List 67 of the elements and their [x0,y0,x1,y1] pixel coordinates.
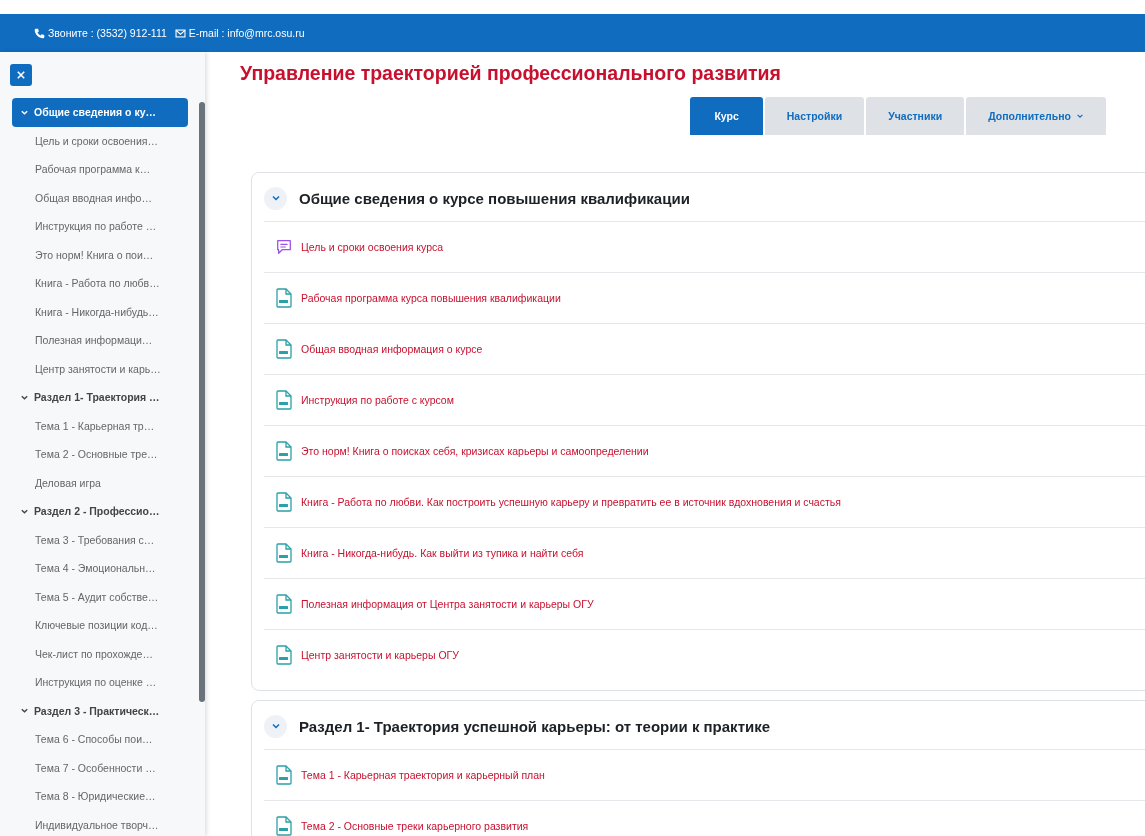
collapse-toggle[interactable] [264,714,287,738]
activity-link[interactable]: Рабочая программа к… [12,155,197,184]
activity-link[interactable]: Тема 1 - Карьерная тр… [12,411,197,440]
file-icon [275,390,293,410]
section-link[interactable]: Раздел 2 - Профессио… [12,497,188,526]
file-icon [275,645,293,665]
section-link[interactable]: Раздел 1- Траектория … [12,383,188,412]
close-icon [17,71,25,79]
activity-link[interactable]: Тема 1 - Карьерная траектория и карьерный план [301,769,545,781]
activity-link[interactable]: Инструкция по оценке … [12,668,197,697]
activity-link[interactable]: Это норм! Книга о поисках себя, кризисах карьеры и самоопределении [301,445,649,457]
section-title: Общие сведения о курсе повышения квалификации [299,189,690,207]
chat-icon [275,238,293,256]
chevron-icon [270,193,281,203]
tab[interactable]: Участники [866,97,965,135]
file-icon [275,594,293,614]
activity-link[interactable]: Цель и сроки освоения… [12,126,197,155]
mail-icon [174,27,186,39]
activity-link[interactable]: Деловая игра [12,468,197,497]
phone-icon [34,27,45,39]
activity-link[interactable]: Инструкция по работе … [12,212,197,241]
file-icon [275,441,293,461]
activity-link[interactable]: Тема 2 - Основные треки карьерного развития [301,820,529,832]
tab[interactable]: Настройки [764,97,865,135]
activity-link[interactable]: Это норм! Книга о пои… [12,240,197,269]
section-title: Раздел 1- Траектория успешной карьеры: от теории к практике [299,717,771,735]
file-icon [275,816,293,836]
file-icon [275,492,293,512]
activity-link[interactable]: Книга - Никогда-нибудь… [12,297,197,326]
section-link[interactable]: Раздел 3 - Практическ… [12,696,188,725]
phone-number: Звоните : (3532) 912-111 [48,27,167,39]
activity-link[interactable]: Тема 3 - Требования с… [12,525,197,554]
page-title: Управление траекторией профессионального развития [240,62,782,85]
scrollbar[interactable] [199,102,205,702]
activity-link[interactable]: Книга - Работа по любв… [12,269,197,298]
activity-link[interactable]: Цель и сроки освоения курса [301,241,444,253]
activity-link[interactable]: Тема 2 - Основные тре… [12,440,197,469]
activity-link[interactable]: Тема 6 - Способы пои… [12,725,197,754]
activity-link[interactable]: Чек-лист по прохожде… [12,639,197,668]
activity-link[interactable]: Ключевые позиции код… [12,611,197,640]
activity-link[interactable]: Рабочая программа курса повышения квалификации [301,292,561,304]
file-icon [275,543,293,563]
tab[interactable]: Дополнительно [966,97,1106,135]
activity-link[interactable]: Полезная информация от Центра занятости и карьеры ОГУ [301,598,594,610]
activity-link[interactable]: Полезная информаци… [12,326,197,355]
activity-link[interactable]: Тема 8 - Юридические… [12,782,197,811]
activity-link[interactable]: Центр занятости и карь… [12,354,197,383]
activity-link[interactable]: Общая вводная информация о курсе [301,343,483,355]
tab[interactable]: Курс [690,97,763,135]
activity-link[interactable]: Тема 5 - Аудит собстве… [12,582,197,611]
activity-link[interactable]: Книга - Никогда-нибудь. Как выйти из тупика и найти себя [301,547,584,559]
activity-link[interactable]: Тема 7 - Особенности … [12,753,197,782]
activity-link[interactable]: Центр занятости и карьеры ОГУ [301,649,459,661]
activity-link[interactable]: Книга - Работа по любви. Как построить успешную карьеру и превратить ее в источник вдохновения и счастья [301,496,841,508]
chevron-icon [20,706,29,716]
activity-link[interactable]: Тема 4 - Эмоциональн… [12,554,197,583]
activity-link[interactable]: Индивидуальное творч… [12,810,197,836]
file-icon [275,765,293,785]
chevron-icon [270,721,281,731]
file-icon [275,288,293,308]
activity-link[interactable]: Инструкция по работе с курсом [301,394,454,406]
email-link[interactable]: E-mail : info@mrc.osu.ru [188,27,305,39]
section-link[interactable]: Общие сведения о ку… [12,98,188,127]
close-button[interactable] [10,64,32,86]
file-icon [275,339,293,359]
collapse-toggle[interactable] [264,186,287,210]
activity-link[interactable]: Общая вводная инфо… [12,183,197,212]
